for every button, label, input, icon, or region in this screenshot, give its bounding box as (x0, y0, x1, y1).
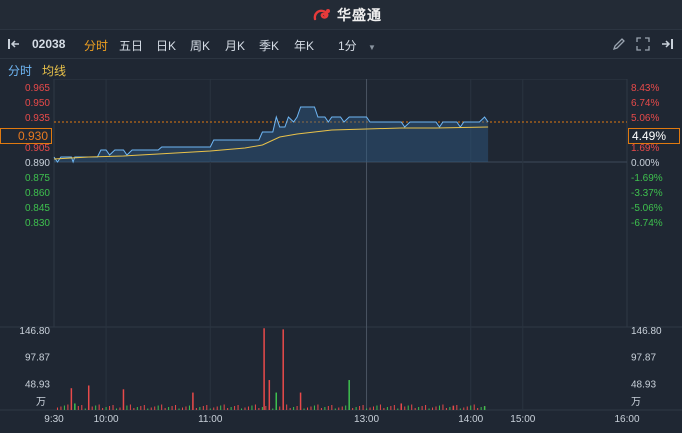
brand: 华盛通 (312, 6, 382, 24)
tab-daily-k[interactable]: 日K (156, 37, 176, 54)
volume-unit-label: 万 (36, 397, 46, 408)
chart-canvas[interactable]: 0.9650.9500.9350.9200.9050.8900.8750.860… (0, 78, 682, 428)
y-tick-left: 0.935 (25, 113, 50, 124)
current-price-label: 0.930 (0, 128, 52, 144)
stock-code: 02038 (32, 37, 66, 51)
volume-tick-left: 146.80 (19, 326, 50, 337)
interval-select[interactable]: 1分 ▼ (338, 37, 376, 54)
current-change-label: 4.49% (628, 128, 680, 144)
tab-five-day[interactable]: 五日 (119, 37, 143, 54)
y-tick-right: -1.69% (631, 173, 663, 184)
tab-quarterly-k[interactable]: 季K (259, 37, 279, 54)
volume-tick-right: 146.80 (631, 326, 662, 337)
brand-name: 华盛通 (337, 7, 382, 23)
y-tick-right: 1.69% (631, 143, 659, 154)
title-bar: 华盛通 (0, 0, 682, 30)
y-tick-right: -6.74% (631, 218, 663, 229)
y-tick-left: 0.890 (25, 158, 50, 169)
y-tick-right: 0.00% (631, 158, 659, 169)
x-tick: 11:00 (198, 414, 223, 425)
y-tick-left: 0.905 (25, 143, 50, 154)
x-tick: 14:00 (458, 414, 483, 425)
x-tick: 9:30 (44, 414, 64, 425)
tab-intraday[interactable]: 分时 (84, 37, 108, 54)
y-tick-right: -5.06% (631, 203, 663, 214)
legend-avg-line: 均线 (42, 64, 67, 78)
expand-icon[interactable] (635, 36, 651, 52)
volume-tick-right: 48.93 (631, 379, 656, 390)
toolbar: 02038 分时 五日 日K 周K 月K 季K 年K 1分 ▼ (0, 30, 682, 59)
intraday-chart[interactable]: 0.9650.9500.9350.9200.9050.8900.8750.860… (0, 78, 682, 428)
x-tick: 15:00 (510, 414, 535, 425)
price-area-fill (54, 107, 489, 162)
y-tick-left: 0.845 (25, 203, 50, 214)
y-tick-right: 6.74% (631, 98, 659, 109)
price-panel-frame (53, 78, 628, 328)
y-tick-right: 8.43% (631, 83, 659, 94)
y-tick-left: 0.860 (25, 188, 50, 199)
x-tick: 13:00 (354, 414, 379, 425)
tab-monthly-k[interactable]: 月K (225, 37, 245, 54)
volume-tick-left: 48.93 (25, 379, 50, 390)
y-tick-left: 0.830 (25, 218, 50, 229)
tab-yearly-k[interactable]: 年K (294, 37, 314, 54)
legend-bar: 分时 均线 (0, 60, 682, 79)
chevron-down-icon: ▼ (368, 43, 376, 52)
y-tick-left: 0.965 (25, 83, 50, 94)
volume-tick-right: 97.87 (631, 353, 656, 364)
y-tick-right: 5.06% (631, 113, 659, 124)
interval-value: 1分 (338, 39, 357, 53)
legend-price-line: 分时 (8, 64, 33, 78)
pencil-icon[interactable] (611, 36, 627, 52)
y-tick-right: -3.37% (631, 188, 663, 199)
collapse-panel-icon[interactable] (6, 36, 22, 52)
y-tick-left: 0.950 (25, 98, 50, 109)
popout-panel-icon[interactable] (659, 36, 675, 52)
volume-tick-left: 97.87 (25, 353, 50, 364)
y-tick-left: 0.875 (25, 173, 50, 184)
brand-logo-icon (313, 9, 330, 21)
tab-weekly-k[interactable]: 周K (190, 37, 210, 54)
x-tick: 10:00 (94, 414, 119, 425)
volume-unit-label-right: 万 (631, 397, 641, 408)
x-tick: 16:00 (614, 414, 639, 425)
